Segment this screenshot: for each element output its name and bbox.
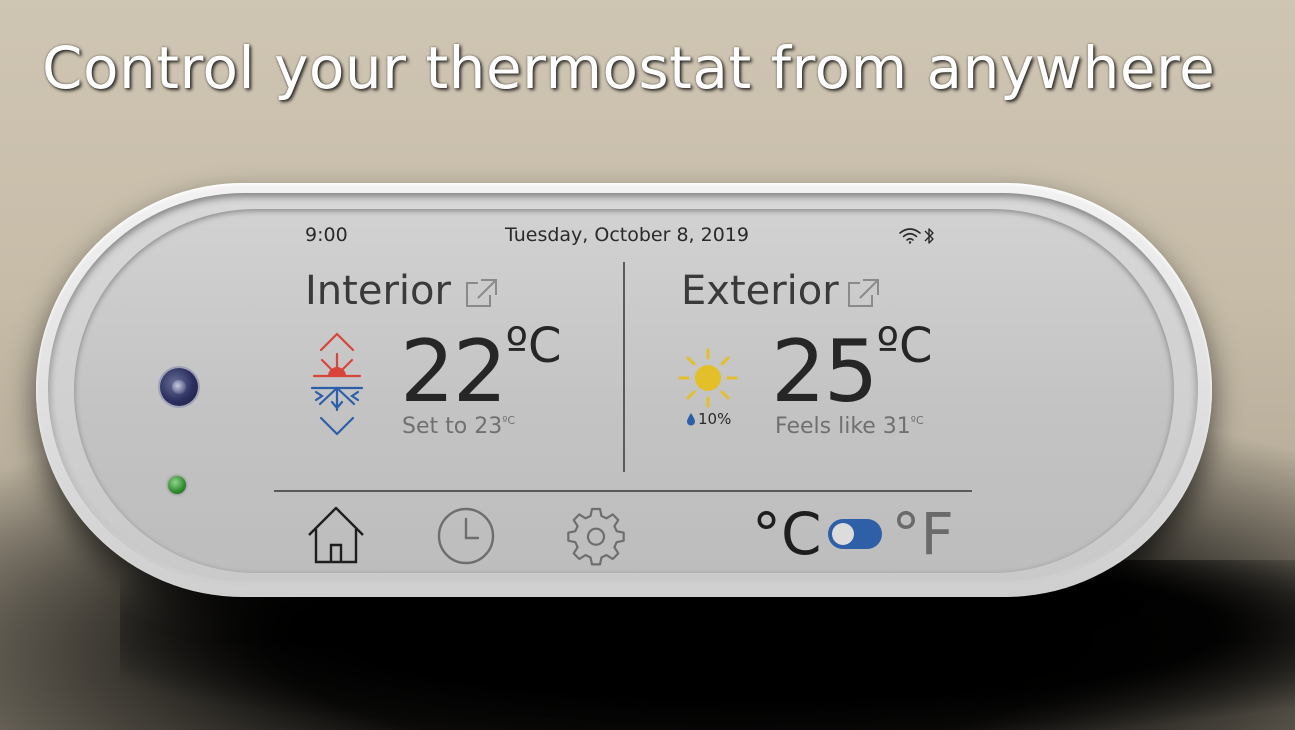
exterior-feels-like: Feels like 31ºC: [775, 414, 924, 439]
interior-setpoint-unit: ºC: [502, 414, 516, 427]
status-date: Tuesday, October 8, 2019: [505, 224, 749, 246]
headline: Control your thermostat from anywhere: [42, 34, 1216, 102]
humidity: 10%: [686, 410, 731, 428]
humidity-value: 10%: [698, 410, 732, 428]
exterior-temperature-unit: ºC: [876, 318, 933, 374]
water-drop-icon: [687, 413, 695, 426]
unit-toggle-row: °C °F: [752, 500, 954, 568]
interior-temperature-value: 22: [400, 322, 507, 422]
unit-toggle[interactable]: [827, 519, 882, 549]
interior-setpoint[interactable]: Set to 23ºC: [402, 414, 515, 439]
exterior-open-icon[interactable]: [846, 277, 882, 309]
clock-icon[interactable]: [436, 506, 496, 566]
interior-title: Interior: [305, 268, 451, 314]
interior-setpoint-text: Set to 23: [402, 414, 503, 439]
sun-icon: [678, 348, 738, 408]
exterior-feels-like-unit: ºC: [910, 414, 924, 427]
wifi-icon: [899, 228, 921, 244]
exterior-temperature-value: 25: [771, 322, 878, 422]
interior-temperature: 22ºC: [400, 318, 562, 422]
status-icons: [898, 226, 938, 250]
exterior-feels-like-text: Feels like 31: [775, 414, 911, 439]
interior-temperature-unit: ºC: [505, 318, 562, 374]
camera-sensor: [160, 368, 198, 406]
panel-divider: [623, 262, 625, 472]
home-icon[interactable]: [305, 505, 367, 565]
fahrenheit-label[interactable]: °F: [892, 500, 954, 568]
bluetooth-icon: [924, 228, 934, 244]
exterior-temperature: 25ºC: [771, 318, 933, 422]
exterior-title: Exterior: [681, 268, 839, 314]
gear-icon[interactable]: [565, 506, 627, 566]
heat-cool-icon: [310, 332, 364, 436]
unit-toggle-knob: [831, 523, 854, 545]
celsius-label[interactable]: °C: [752, 500, 822, 568]
status-time: 9:00: [305, 224, 348, 246]
interior-open-icon[interactable]: [464, 277, 500, 309]
status-led: [168, 476, 186, 494]
nav-divider: [274, 490, 972, 492]
